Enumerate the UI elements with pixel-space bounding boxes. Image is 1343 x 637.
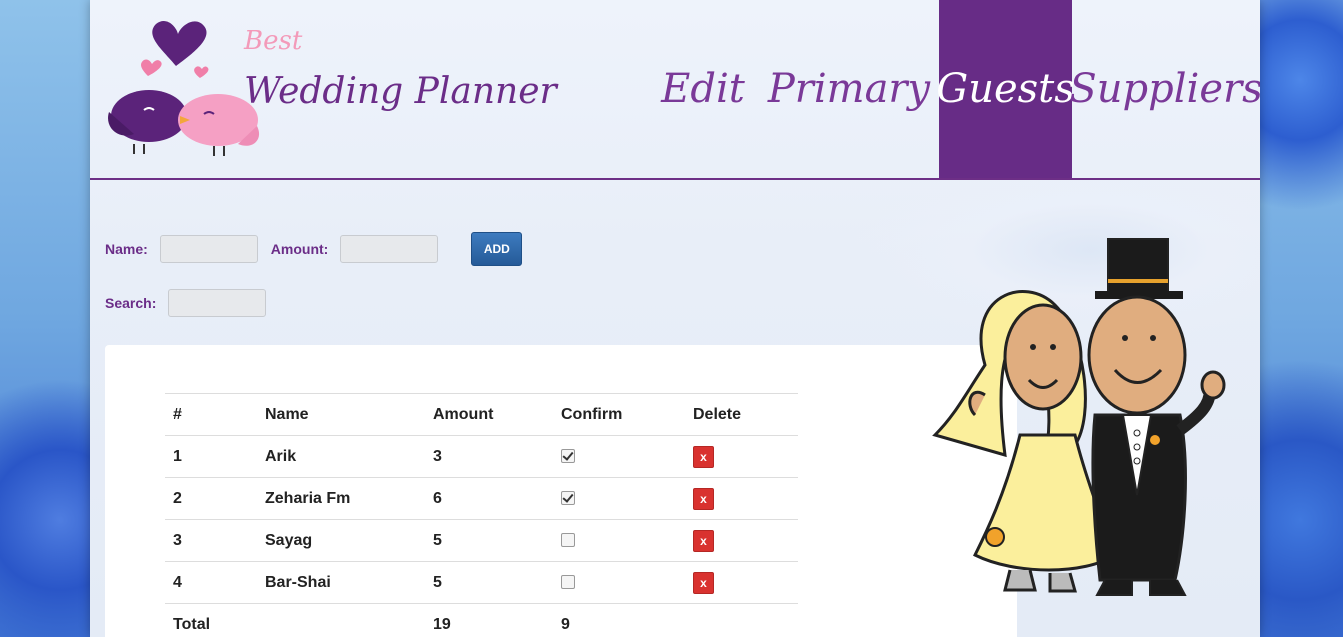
row-num: 1 [165,435,257,478]
table-header-row: # Name Amount Confirm Delete [165,393,798,436]
delete-button[interactable]: x [693,445,714,468]
nav-suppliers[interactable]: Suppliers [1069,0,1260,178]
guests-table: # Name Amount Confirm Delete 1 Arik 3 x … [165,393,798,637]
delete-button[interactable]: x [693,487,714,510]
row-name: Zeharia Fm [257,477,425,520]
row-confirm [553,477,685,520]
row-delete: x [685,561,798,604]
delete-button[interactable]: x [693,529,714,552]
row-amount: 3 [425,435,553,478]
row-num: 2 [165,477,257,520]
confirm-checkbox[interactable] [561,491,575,506]
logo[interactable]: Best Wedding Planner [104,16,564,161]
amount-input[interactable] [340,235,439,263]
row-name: Sayag [257,519,425,562]
header-delete: Delete [685,393,798,436]
row-amount: 6 [425,477,553,520]
row-name: Arik [257,435,425,478]
name-label: Name: [105,241,148,257]
row-delete: x [685,477,798,520]
guests-panel: # Name Amount Confirm Delete 1 Arik 3 x … [105,345,1017,637]
header-num: # [165,393,257,436]
total-delete-empty [685,603,798,637]
logo-title: Wedding Planner [244,71,557,112]
total-row: Total 19 9 [165,603,798,637]
row-amount: 5 [425,519,553,562]
delete-button[interactable]: x [693,571,714,594]
add-button[interactable]: ADD [471,232,523,266]
confirm-checkbox[interactable] [561,449,575,464]
search-label: Search: [105,295,157,311]
nav-guests[interactable]: Guests [936,0,1075,178]
row-amount: 5 [425,561,553,604]
total-name-empty [257,603,425,637]
search-input[interactable] [168,289,267,317]
page-container: Best Wedding Planner Edit Primary Guests… [90,0,1260,637]
row-name: Bar-Shai [257,561,425,604]
add-guest-form: Name: Amount: ADD [105,232,523,266]
total-label: Total [165,603,257,637]
lovebirds-heart-icon [108,21,260,156]
row-confirm [553,561,685,604]
header: Best Wedding Planner Edit Primary Guests… [90,0,1260,180]
table-row: 2 Zeharia Fm 6 x [165,477,798,520]
logo-best: Best [244,26,303,56]
row-confirm [553,519,685,562]
header-amount: Amount [425,393,553,436]
table-row: 3 Sayag 5 x [165,519,798,562]
header-name: Name [257,393,425,436]
nav-primary[interactable]: Primary [759,0,939,178]
total-confirm: 9 [553,603,685,637]
search-form: Search: [105,289,267,317]
row-num: 4 [165,561,257,604]
confirm-checkbox[interactable] [561,575,575,590]
bride-groom-illustration [932,238,1226,596]
header-confirm: Confirm [553,393,685,436]
main-nav: Edit Primary Guests Suppliers [647,0,1260,178]
row-confirm [553,435,685,478]
row-num: 3 [165,519,257,562]
confirm-checkbox[interactable] [561,533,575,548]
total-amount: 19 [425,603,553,637]
row-delete: x [685,435,798,478]
nav-edit[interactable]: Edit [647,0,759,178]
table-row: 4 Bar-Shai 5 x [165,561,798,604]
row-delete: x [685,519,798,562]
table-row: 1 Arik 3 x [165,435,798,478]
amount-label: Amount: [270,241,329,257]
name-input[interactable] [159,235,258,263]
